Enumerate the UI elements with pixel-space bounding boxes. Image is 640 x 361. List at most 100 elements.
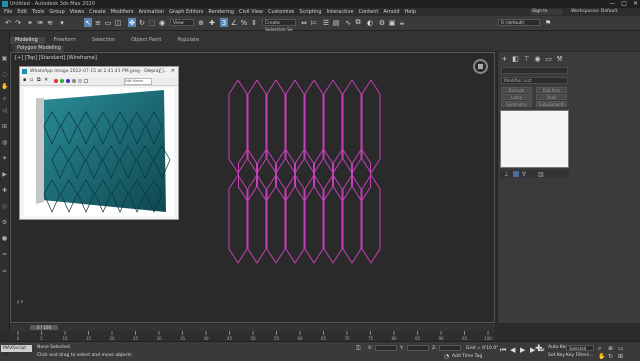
scene-explorer-icon[interactable]: ☰: [322, 18, 330, 27]
selection-filter-icon[interactable]: ▾: [58, 18, 66, 27]
menu-help[interactable]: Help: [405, 9, 416, 15]
angle-snap-icon[interactable]: ∠: [230, 18, 238, 27]
orbit-view-icon[interactable]: ↻: [608, 353, 613, 360]
hierarchy-tab-icon[interactable]: ⊤: [523, 56, 530, 63]
minimize-button[interactable]: —: [609, 0, 615, 7]
menu-views[interactable]: Views: [70, 9, 84, 15]
helper-icon[interactable]: ✚: [1, 187, 8, 194]
menu-customize[interactable]: Customize: [268, 9, 294, 15]
pan-view-icon[interactable]: ✋: [598, 353, 605, 360]
layer-dropdown[interactable]: 0 (default): [498, 19, 540, 26]
menu-civil-view[interactable]: Civil View: [239, 9, 263, 15]
menu-tools[interactable]: Tools: [32, 9, 44, 15]
pan-icon[interactable]: ✋: [1, 83, 8, 90]
schematic-view-icon[interactable]: ⧉: [354, 18, 362, 27]
menu-animation[interactable]: Animation: [139, 9, 165, 15]
menu-interactive[interactable]: Interactive: [327, 9, 354, 15]
sign-in-button[interactable]: Sign In: [530, 9, 562, 15]
image-viewer-window[interactable]: WhatsApp Image 2022-07-15 at 2.41.41 PM.…: [19, 66, 179, 220]
polygon-modeling-panel[interactable]: Polygon Modeling: [14, 45, 64, 52]
save-icon[interactable]: ▪: [23, 78, 28, 83]
select-by-name-icon[interactable]: ≡: [94, 18, 102, 27]
material-editor-icon[interactable]: ◐: [366, 18, 374, 27]
pin-stack-icon[interactable]: ⊥: [504, 171, 509, 178]
image-viewer-titlebar[interactable]: WhatsApp Image 2022-07-15 at 2.41.41 PM.…: [20, 67, 178, 76]
swatch-icon[interactable]: [84, 79, 88, 83]
create-icon[interactable]: ▣: [1, 55, 8, 62]
blue-channel-icon[interactable]: [66, 79, 70, 83]
menu-edit[interactable]: Edit: [17, 9, 27, 15]
menu-rendering[interactable]: Rendering: [208, 9, 234, 15]
camera-icon[interactable]: ▶: [1, 171, 8, 178]
create-tab-icon[interactable]: +: [501, 56, 508, 63]
edit-name-field[interactable]: Edit Name: [124, 78, 152, 85]
tab-populate[interactable]: Populate: [170, 37, 206, 44]
select-object-icon[interactable]: ↖: [84, 18, 92, 27]
menu-modifiers[interactable]: Modifiers: [111, 9, 134, 15]
add-time-tag[interactable]: Add Time Tag: [452, 354, 482, 359]
layer-explorer-icon[interactable]: ▤: [332, 18, 340, 27]
percent-snap-icon[interactable]: %: [240, 18, 248, 27]
field-of-view-icon[interactable]: ◁: [1, 107, 8, 114]
clear-icon[interactable]: ✕: [44, 78, 49, 83]
isolate-icon[interactable]: ◍: [1, 139, 8, 146]
light-icon[interactable]: ✦: [1, 155, 8, 162]
maximize-toggle-icon[interactable]: ⊞: [618, 353, 623, 360]
key-mode-icon[interactable]: ✚: [535, 344, 543, 354]
tab-selection[interactable]: Selection: [85, 37, 122, 44]
select-scale-icon[interactable]: ⬚: [148, 18, 156, 27]
reference-coord-dropdown[interactable]: View: [170, 19, 194, 26]
modify-tab-icon[interactable]: ◧: [512, 56, 519, 63]
viewcube-icon[interactable]: [473, 59, 488, 74]
place-icon[interactable]: ◉: [158, 18, 166, 27]
bind-space-warp-icon[interactable]: ≋: [46, 18, 54, 27]
zoom-extents-icon[interactable]: ⌕: [598, 345, 601, 353]
set-key-button[interactable]: Set Key: [548, 353, 565, 358]
clone-icon[interactable]: ⧉: [37, 78, 42, 83]
show-end-result-icon[interactable]: [513, 171, 519, 177]
snaps-toggle-icon[interactable]: 3: [220, 18, 228, 27]
spinner-snap-icon[interactable]: ⇕: [250, 18, 258, 27]
viewport-label[interactable]: [+] [Top] [Standard] [Wireframe]: [15, 55, 97, 61]
maximize-viewport-icon[interactable]: ⊞: [1, 123, 8, 130]
menu-create[interactable]: Create: [89, 9, 106, 15]
link-icon[interactable]: ⚭: [26, 18, 34, 27]
go-to-start-icon[interactable]: ⏮: [500, 346, 506, 355]
lathe-button[interactable]: Lathe: [501, 94, 532, 100]
select-manipulate-icon[interactable]: ✚: [208, 18, 216, 27]
layer-settings-icon[interactable]: ⚑: [544, 18, 552, 27]
modifier-list-dropdown[interactable]: Modifier List: [501, 77, 568, 84]
motion-tab-icon[interactable]: ◉: [534, 56, 541, 63]
utilities-tab-icon[interactable]: ⚒: [556, 56, 563, 63]
extrude-button[interactable]: Extrude: [501, 87, 532, 93]
align-icon[interactable]: ⊨: [310, 18, 318, 27]
maxscript-listener[interactable]: MAXScript Mi: [1, 345, 32, 358]
make-unique-icon[interactable]: ∀: [522, 171, 526, 178]
maximize-button[interactable]: □: [621, 0, 627, 7]
render-production-icon[interactable]: ☕: [398, 18, 406, 27]
menu-content[interactable]: Content: [358, 9, 378, 15]
geometry-icon[interactable]: ●: [1, 235, 8, 242]
unlink-icon[interactable]: ⚮: [36, 18, 44, 27]
viewer-minimize-button[interactable]: —: [147, 68, 152, 74]
z-coord-field[interactable]: [439, 345, 461, 351]
shapes-icon[interactable]: ◇: [1, 203, 8, 210]
workspaces-selector[interactable]: Workspaces: Default: [571, 9, 617, 14]
named-selection-sets[interactable]: Create Selection Se: [262, 19, 296, 33]
menu-file[interactable]: File: [4, 9, 12, 15]
menu-scripting[interactable]: Scripting: [299, 9, 321, 15]
track-bar[interactable]: 0 5 10 15 20 25 30 35 40 45 50 55 60 65 70 75 80 85 90 95 10…: [10, 331, 495, 341]
undo-icon[interactable]: ↶: [4, 18, 12, 27]
viewer-close-button[interactable]: ✕: [171, 68, 175, 74]
select-rotate-icon[interactable]: ↻: [138, 18, 146, 27]
object-name-field[interactable]: [501, 67, 568, 74]
modifier-stack[interactable]: [500, 110, 569, 168]
systems-icon[interactable]: ⚙: [1, 219, 8, 226]
render-setup-icon[interactable]: ⚙: [378, 18, 386, 27]
tab-freeform[interactable]: Freeform: [47, 37, 83, 44]
menu-arnold[interactable]: Arnold: [383, 9, 399, 15]
window-crossing-icon[interactable]: ◫: [114, 18, 122, 27]
shell-button[interactable]: Shell: [536, 94, 567, 100]
copy-icon[interactable]: ▫: [30, 78, 35, 83]
remove-modifier-icon[interactable]: ▥: [538, 171, 544, 178]
